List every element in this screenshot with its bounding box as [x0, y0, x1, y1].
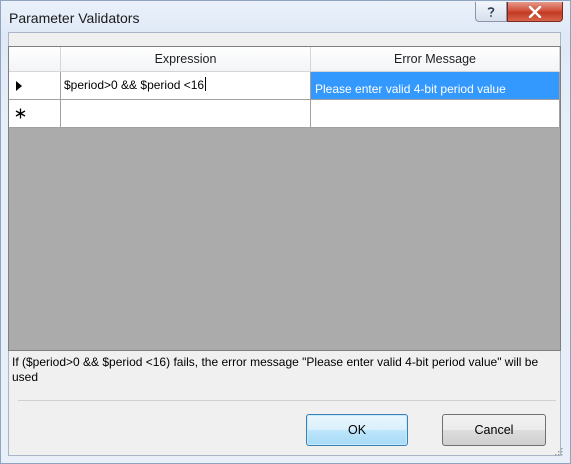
cancel-button[interactable]: Cancel: [442, 414, 546, 446]
grid-header: Expression Error Message: [9, 47, 560, 72]
new-row-asterisk-icon: [15, 108, 26, 119]
resize-grip-icon[interactable]: [553, 446, 563, 456]
row-header[interactable]: [9, 100, 61, 128]
expression-cell[interactable]: $period>0 && $period <16: [61, 72, 311, 100]
grid-new-row[interactable]: [9, 100, 560, 128]
column-header-error-message[interactable]: Error Message: [311, 47, 560, 72]
expression-input[interactable]: $period>0 && $period <16: [64, 77, 207, 92]
current-row-arrow-icon: [16, 80, 22, 91]
text-caret: [205, 77, 207, 91]
expression-value: $period>0 && $period <16: [64, 78, 205, 92]
ok-button[interactable]: OK: [306, 414, 408, 446]
grid-row[interactable]: $period>0 && $period <16 Please enter va…: [9, 72, 560, 100]
error-message-value: Please enter valid 4-bit period value: [315, 82, 506, 96]
new-expression-cell[interactable]: [61, 100, 311, 128]
window-title: Parameter Validators: [9, 10, 140, 26]
title-bar[interactable]: Parameter Validators: [1, 1, 570, 33]
close-button[interactable]: [507, 2, 563, 22]
validation-summary-text: If ($period>0 && $period <16) fails, the…: [12, 355, 539, 384]
help-icon: [487, 6, 495, 17]
error-message-cell[interactable]: Please enter valid 4-bit period value: [311, 72, 560, 100]
new-error-message-cell[interactable]: [311, 100, 560, 128]
header-corner: [9, 47, 61, 72]
validators-grid[interactable]: Expression Error Message $period>0 && $p…: [8, 46, 561, 351]
help-button[interactable]: [475, 2, 507, 22]
column-header-expression[interactable]: Expression: [61, 47, 311, 72]
close-icon: [528, 5, 542, 18]
row-header[interactable]: [9, 72, 61, 100]
